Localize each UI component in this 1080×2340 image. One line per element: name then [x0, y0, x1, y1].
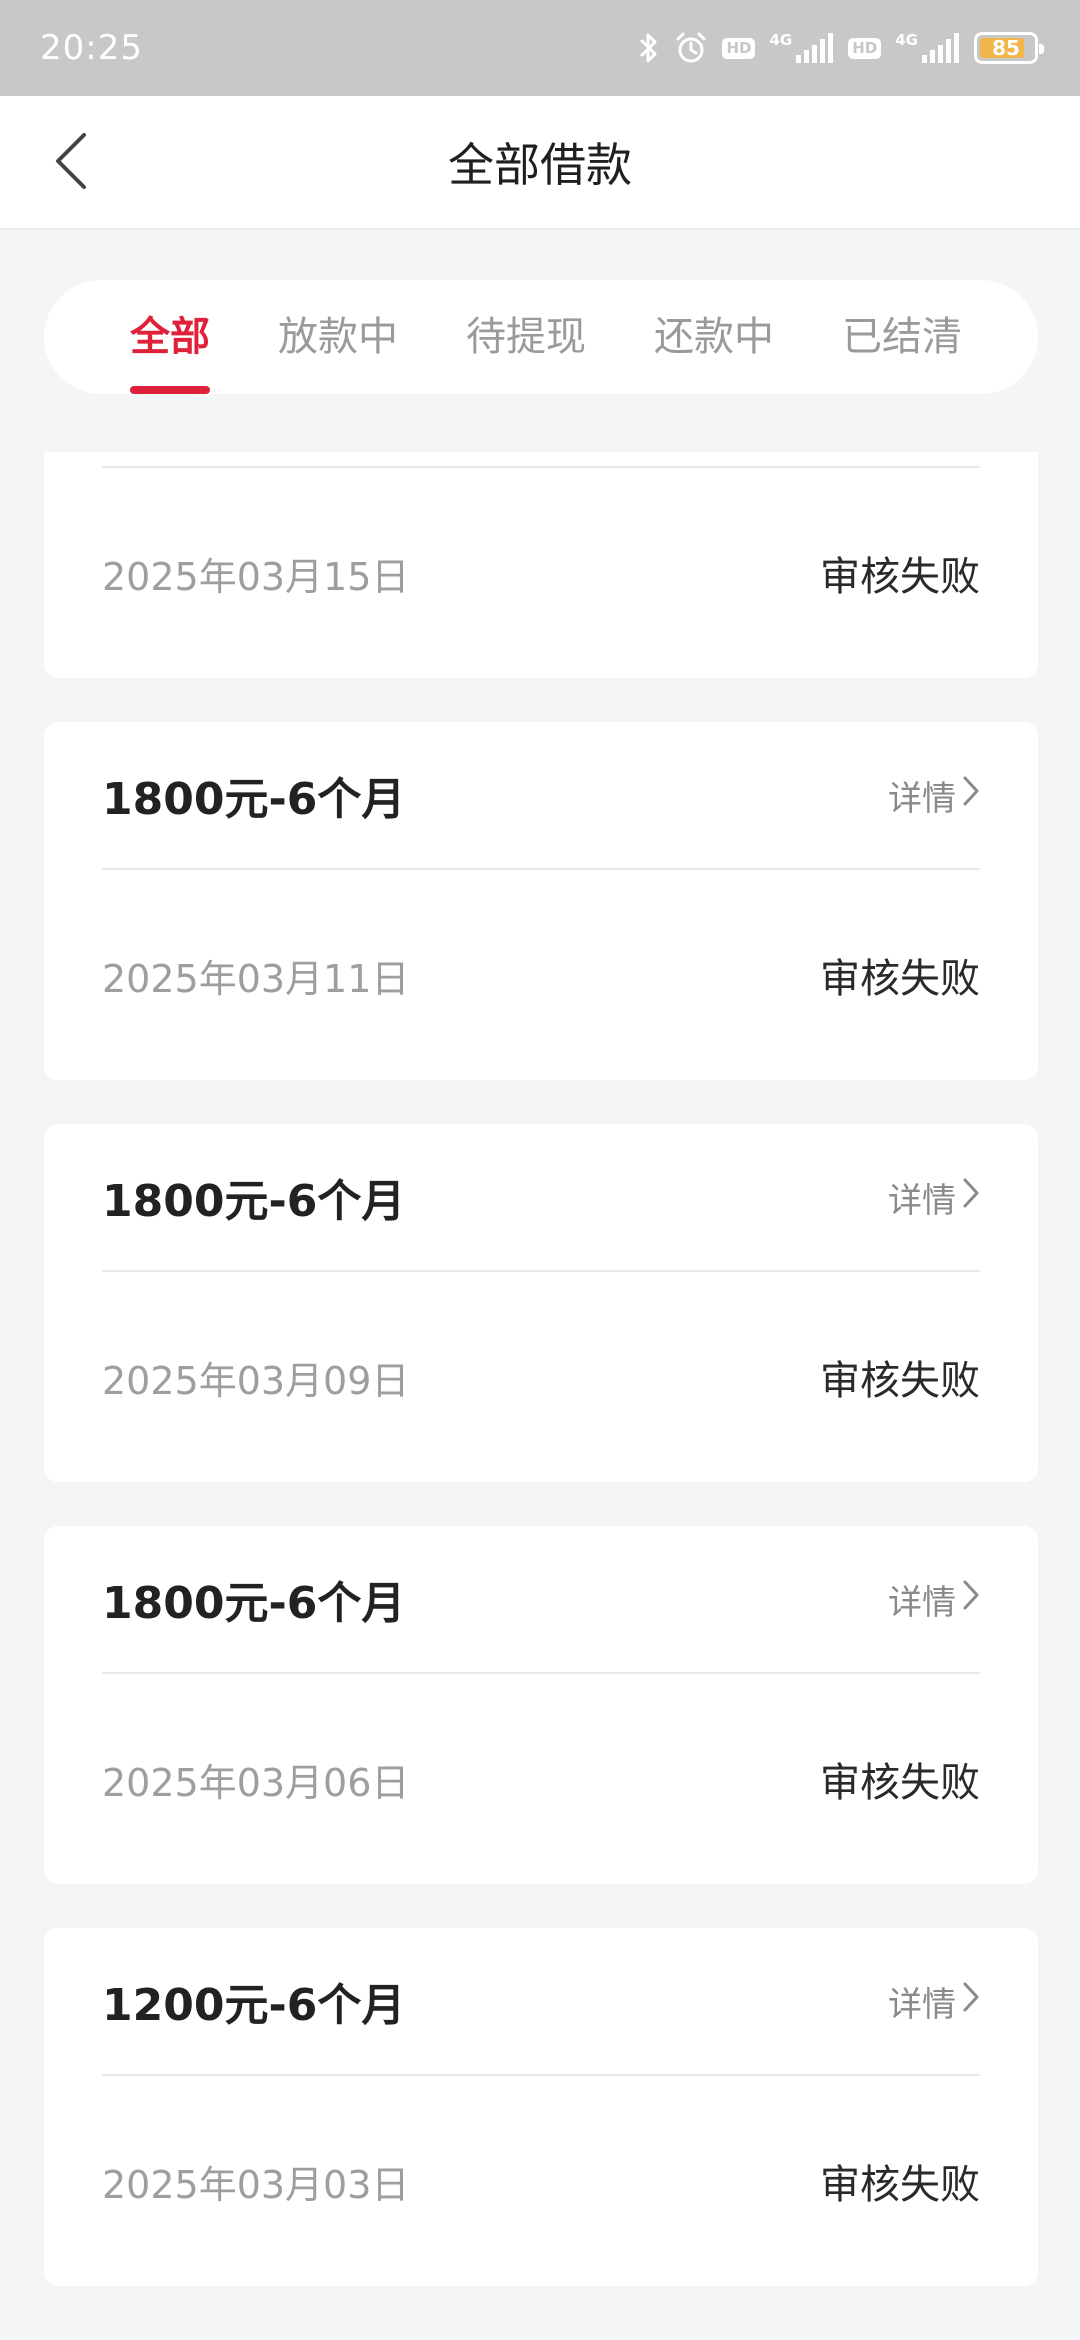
detail-label: 详情 — [888, 1180, 956, 1221]
detail-link[interactable]: 详情 — [888, 1173, 980, 1222]
signal-icon: 4G — [769, 33, 834, 63]
detail-label: 详情 — [888, 778, 956, 819]
chevron-right-icon — [962, 1579, 980, 1620]
loan-status-tabs: 全部 放款中 待提现 还款中 已结清 — [44, 280, 1038, 394]
loan-card-header: 1800元-6个月 详情 — [102, 1124, 980, 1272]
back-button[interactable] — [36, 126, 106, 200]
loan-card[interactable]: 1800元-6个月 详情 2025年03月11日 审核失败 — [44, 722, 1038, 1080]
loan-date: 2025年03月15日 — [102, 554, 410, 599]
loan-date: 2025年03月09日 — [102, 1358, 410, 1403]
status-time: 20:25 — [40, 28, 143, 68]
signal-icon: 4G — [895, 33, 960, 63]
loan-amount: 1800元-6个月 — [102, 774, 406, 825]
loan-date: 2025年03月03日 — [102, 2162, 410, 2207]
tab-3[interactable]: 还款中 — [654, 280, 774, 394]
battery-icon: 85 — [974, 32, 1044, 64]
tab-label: 待提现 — [466, 314, 586, 360]
loan-card-body: 2025年03月09日 审核失败 — [102, 1272, 980, 1482]
loan-card[interactable]: 1200元-6个月 详情 2025年03月03日 审核失败 — [44, 1928, 1038, 2286]
chevron-left-icon — [54, 131, 88, 195]
detail-link[interactable]: 详情 — [888, 771, 980, 820]
loan-card-header: 1800元-6个月 详情 — [102, 1526, 980, 1674]
loan-card[interactable]: 1800元-6个月 详情 2025年03月09日 审核失败 — [44, 1124, 1038, 1482]
loan-card-header: 1800元-6个月 详情 — [102, 722, 980, 870]
loan-card-body: 2025年03月11日 审核失败 — [102, 870, 980, 1080]
network-type-label: 4G — [769, 31, 793, 49]
battery-level: 85 — [992, 36, 1020, 60]
loan-card[interactable]: 1800元-6个月 详情 2025年03月06日 审核失败 — [44, 1526, 1038, 1884]
tab-label: 还款中 — [654, 314, 774, 360]
loan-amount: 1200元-6个月 — [102, 1980, 406, 2031]
tab-4[interactable]: 已结清 — [842, 280, 962, 394]
loan-status: 审核失败 — [820, 1760, 980, 1806]
loan-card-body: 2025年03月06日 审核失败 — [102, 1674, 980, 1884]
status-bar: 20:25 HD 4G HD 4G 85 — [0, 0, 1080, 96]
detail-link[interactable]: 详情 — [888, 1575, 980, 1624]
detail-label: 详情 — [888, 1984, 956, 2025]
loan-card-body: 2025年03月15日 审核失败 — [102, 468, 980, 678]
detail-link[interactable]: 详情 — [888, 1977, 980, 2026]
chevron-right-icon — [962, 1177, 980, 1218]
loan-amount: 1800元-6个月 — [102, 1176, 406, 1227]
loan-card-header: 1200元-6个月 详情 — [102, 1928, 980, 2076]
detail-label: 详情 — [888, 1582, 956, 1623]
page-title: 全部借款 — [448, 138, 632, 192]
status-icons: HD 4G HD 4G 85 — [638, 31, 1044, 65]
tab-2[interactable]: 待提现 — [466, 280, 586, 394]
loan-status: 审核失败 — [820, 2162, 980, 2208]
tab-label: 已结清 — [842, 314, 962, 360]
tab-label: 全部 — [130, 314, 210, 360]
chevron-right-icon — [962, 1981, 980, 2022]
tab-label: 放款中 — [278, 314, 398, 360]
loan-date: 2025年03月11日 — [102, 956, 410, 1001]
tab-1[interactable]: 放款中 — [278, 280, 398, 394]
tab-0[interactable]: 全部 — [130, 280, 210, 394]
app-header: 全部借款 — [0, 96, 1080, 230]
bluetooth-icon — [638, 31, 660, 65]
loan-status: 审核失败 — [820, 554, 980, 600]
loan-status: 审核失败 — [820, 1358, 980, 1404]
chevron-right-icon — [962, 775, 980, 816]
loan-amount: 1800元-6个月 — [102, 1578, 406, 1629]
alarm-icon — [674, 31, 708, 65]
loan-card-body: 2025年03月03日 审核失败 — [102, 2076, 980, 2286]
loan-date: 2025年03月06日 — [102, 1760, 410, 1805]
loan-card[interactable]: 2025年03月15日 审核失败 — [44, 452, 1038, 678]
network-type-label: 4G — [895, 31, 918, 49]
loan-status: 审核失败 — [820, 956, 980, 1002]
loan-list: 2025年03月15日 审核失败 1800元-6个月 详情 2025年03月11日 审核失… — [44, 452, 1038, 2340]
hd-badge: HD — [848, 37, 882, 59]
loan-card-header — [102, 452, 980, 468]
active-tab-indicator — [130, 386, 210, 394]
hd-badge: HD — [722, 37, 756, 59]
